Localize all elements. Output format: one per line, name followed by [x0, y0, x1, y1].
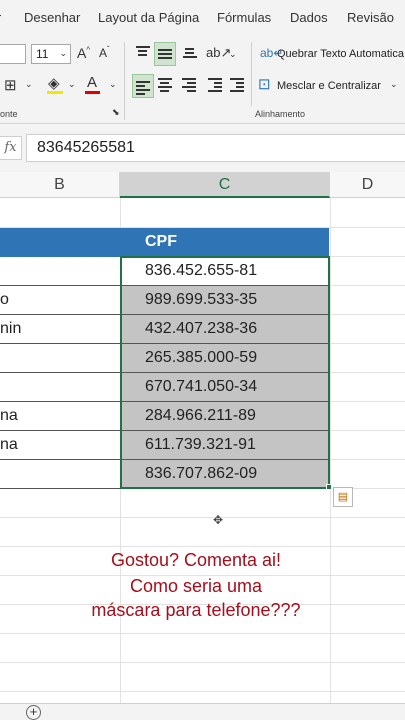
align-right-icon[interactable]	[182, 78, 196, 94]
gridline	[0, 517, 405, 518]
font-group-label: onte	[0, 109, 18, 119]
tab-formulas[interactable]: Fórmulas	[217, 10, 271, 25]
fill-handle[interactable]	[326, 484, 332, 490]
align-left-icon	[136, 81, 150, 97]
formula-input[interactable]: 83645265581	[26, 134, 405, 162]
align-left-button[interactable]	[132, 74, 154, 98]
formula-bar: fx 83645265581	[0, 124, 405, 172]
gridline	[0, 691, 405, 692]
tab-desenhar[interactable]: Desenhar	[24, 10, 80, 25]
table-header-b[interactable]	[0, 228, 121, 257]
tab-dados[interactable]: Dados	[290, 10, 328, 25]
align-middle-button[interactable]	[154, 42, 176, 66]
selection-range	[120, 256, 330, 489]
increase-font-icon[interactable]: A^	[77, 46, 90, 60]
chevron-down-icon: ⌄	[59, 48, 67, 58]
font-size-box[interactable]: 11 ⌄	[31, 44, 71, 64]
chevron-down-icon[interactable]: ⌄	[229, 50, 237, 59]
dialog-launcher-icon[interactable]: ⬊	[112, 108, 120, 117]
cursor-crosshair-icon: ✥	[213, 513, 224, 527]
tab-inserir[interactable]: ir	[0, 10, 1, 25]
font-name-box[interactable]	[0, 44, 26, 64]
column-header-b[interactable]: B	[0, 172, 120, 198]
merge-center-icon: ⊡	[258, 76, 271, 93]
align-bottom-icon[interactable]	[183, 48, 197, 60]
increase-indent-icon[interactable]	[230, 78, 244, 94]
message-line-1: Gostou? Comenta ai!	[110, 550, 282, 570]
column-header-d[interactable]: D	[330, 172, 405, 198]
table-cell-b[interactable]	[0, 344, 121, 373]
decrease-indent-icon[interactable]	[208, 78, 222, 94]
align-middle-icon	[158, 49, 172, 61]
font-color-icon[interactable]: A	[87, 75, 97, 90]
chevron-down-icon[interactable]: ⌄	[68, 80, 76, 89]
borders-icon[interactable]: ⊞	[4, 78, 17, 93]
gridline	[330, 198, 331, 703]
tab-layout-pagina[interactable]: Layout da Página	[98, 10, 199, 25]
sheet-tab-bar: +	[0, 703, 405, 720]
table-cell-b[interactable]: o	[0, 286, 121, 315]
table-cell-b[interactable]: na	[0, 431, 121, 460]
font-color-swatch	[85, 91, 100, 94]
group-separator	[251, 42, 252, 106]
gridline	[0, 662, 405, 663]
fill-color-swatch	[47, 91, 63, 94]
orientation-icon[interactable]: ab↗	[206, 46, 231, 59]
gridline	[0, 633, 405, 634]
ribbon: 11 ⌄ A^ Aˇ ⊞ ⌄ ◈ ⌄ A ⌄ onte ⬊ ab↗ ⌄ ab↵ …	[0, 36, 405, 124]
message-line-2: Como seria uma	[129, 576, 263, 596]
decrease-font-icon[interactable]: Aˇ	[99, 46, 110, 60]
table-cell-b[interactable]	[0, 257, 121, 286]
group-separator	[124, 42, 125, 120]
align-center-icon[interactable]	[158, 78, 172, 94]
font-size-value: 11	[36, 47, 49, 61]
table-cell-b[interactable]: nin	[0, 315, 121, 344]
quick-analysis-icon[interactable]: ▤	[333, 487, 353, 507]
worksheet-grid[interactable]: CPF o nin na na 836.452.655-81 989.699.5…	[0, 198, 405, 703]
chevron-down-icon: ⌄	[390, 79, 398, 89]
message-line-3: máscara para telefone???	[91, 600, 301, 620]
wrap-text-button[interactable]: ab↵ Quebrar Texto Automatica	[258, 44, 405, 64]
table-cell-b[interactable]	[0, 373, 121, 402]
merge-center-button[interactable]: ⊡ Mesclar e Centralizar ⌄	[258, 76, 405, 96]
column-header-c[interactable]: C	[120, 172, 330, 198]
ribbon-tab-bar: ir Desenhar Layout da Página Fórmulas Da…	[0, 0, 405, 36]
chevron-down-icon[interactable]: ⌄	[109, 80, 117, 89]
gridline	[0, 546, 405, 547]
table-cell-b[interactable]: na	[0, 402, 121, 431]
align-top-icon[interactable]	[136, 46, 150, 58]
merge-center-label: Mesclar e Centralizar	[277, 80, 381, 92]
fill-color-icon[interactable]: ◈	[48, 76, 60, 91]
chevron-down-icon[interactable]: ⌄	[25, 80, 33, 89]
add-sheet-icon[interactable]: +	[26, 705, 41, 720]
tab-revisao[interactable]: Revisão	[347, 10, 394, 25]
table-header-cpf[interactable]: CPF	[121, 228, 329, 257]
table-cell-b[interactable]	[0, 460, 121, 489]
alignment-group-label: Alinhamento	[255, 109, 306, 119]
insert-function-button[interactable]: fx	[0, 136, 22, 160]
wrap-text-label: Quebrar Texto Automatica	[277, 48, 404, 60]
